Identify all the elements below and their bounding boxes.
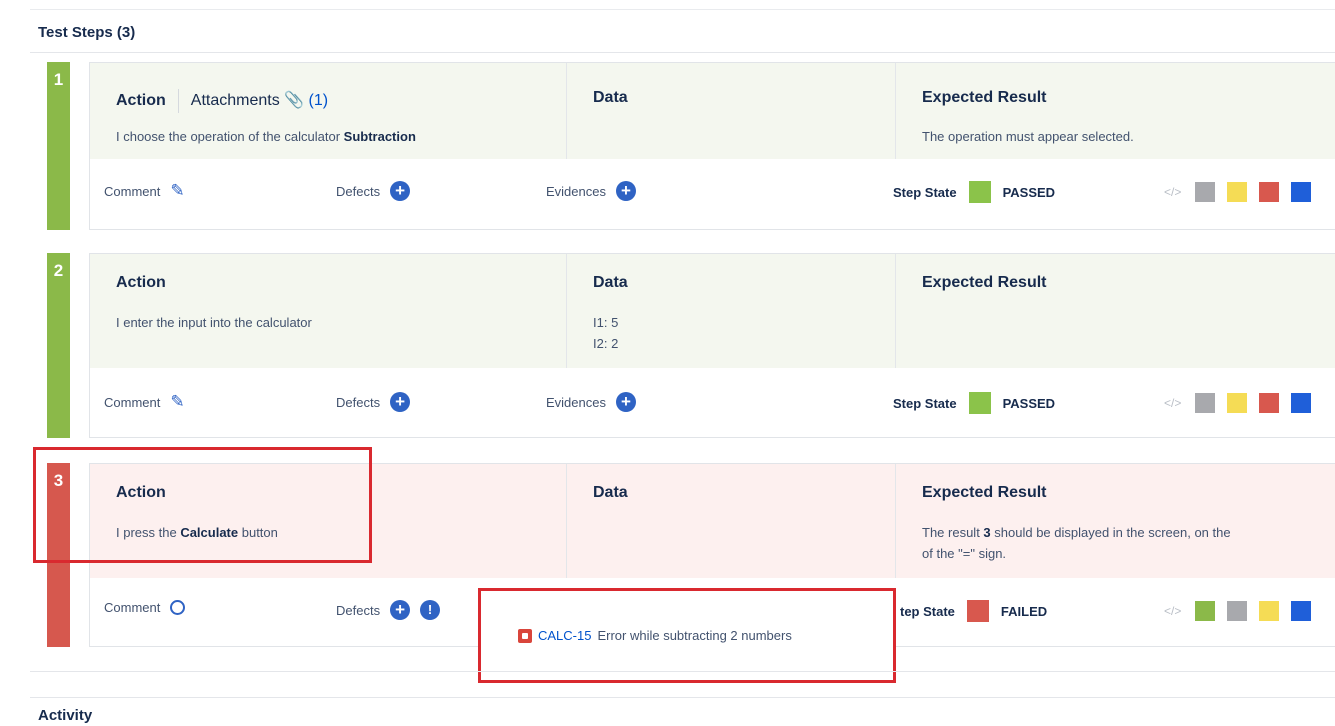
step-state: tep State FAILED: [900, 600, 1047, 622]
action-label: Action: [116, 274, 166, 291]
state-color-square: [968, 181, 991, 203]
step-footer-2: Comment ✎ Defects + Evidences + Step State …: [90, 368, 1335, 437]
status-swatch-aborted[interactable]: [1291, 601, 1312, 621]
defect-popup: CALC-15 Error while subtracting 2 number…: [478, 588, 896, 683]
expected-column: Expected Result The operation must appea…: [896, 63, 1335, 161]
comment-bubble-icon[interactable]: [170, 600, 186, 615]
attachments-link[interactable]: Attachments 📎 (1): [191, 92, 328, 109]
step-main-1: Action Attachments 📎 (1) I choose the ope…: [90, 63, 1335, 162]
test-step-1: 1 Action Attachments 📎 (1) I choose the o…: [47, 62, 1335, 230]
comment-control[interactable]: Comment ✎: [104, 181, 185, 201]
paperclip-icon: 📎: [284, 92, 305, 110]
data-column: Data: [567, 464, 896, 580]
test-steps-title: Test Steps (3): [38, 24, 136, 41]
header-divider: [30, 52, 1335, 53]
data-label: Data: [593, 274, 628, 291]
action-text: I enter the input into the calculator: [116, 315, 312, 330]
evidences-control: Evidences +: [546, 181, 636, 201]
comment-control[interactable]: Comment: [104, 600, 186, 615]
action-column: Action Attachments 📎 (1) I choose the ope…: [90, 63, 567, 161]
expected-text-line-2: of the "=" sign.: [922, 546, 1007, 561]
status-swatch-aborted[interactable]: [1291, 182, 1312, 202]
step-panel-2: Action I enter the input into the calcul…: [89, 253, 1335, 438]
add-evidence-button[interactable]: +: [615, 392, 636, 412]
data-line-1: I1: 5: [593, 315, 619, 330]
add-defect-button[interactable]: +: [390, 181, 411, 201]
action-highlight-box: [33, 447, 372, 563]
defect-info-icon[interactable]: !: [420, 600, 441, 620]
step-main-2: Action I enter the input into the calcul…: [90, 254, 1335, 371]
expected-label: Expected Result: [922, 274, 1047, 291]
defect-item[interactable]: CALC-15 Error while subtracting 2 number…: [518, 628, 792, 643]
add-defect-button[interactable]: +: [390, 392, 411, 412]
action-label: Action: [116, 92, 166, 110]
steps-bottom-divider: [30, 671, 1335, 672]
activity-title: Activity: [38, 707, 93, 724]
state-value: FAILED: [1000, 603, 1048, 619]
defects-control: Defects +!: [336, 600, 441, 620]
state-value: PASSED: [1002, 184, 1056, 200]
status-swatch-failed[interactable]: [1259, 182, 1280, 202]
status-swatch-passed[interactable]: [1195, 601, 1216, 621]
comment-control[interactable]: Comment ✎: [104, 392, 185, 412]
step-panel-1: Action Attachments 📎 (1) I choose the ope…: [89, 62, 1335, 230]
action-column: Action I enter the input into the calcul…: [90, 254, 567, 370]
defect-key-link[interactable]: CALC-15: [538, 628, 591, 643]
code-icon: </>: [1164, 604, 1182, 618]
expected-text: The operation must appear selected.: [922, 129, 1134, 144]
state-value: PASSED: [1002, 395, 1056, 411]
step-state: Step State PASSED: [893, 392, 1055, 414]
state-color-square: [966, 600, 989, 622]
top-divider: [30, 9, 1335, 10]
add-defect-button[interactable]: +: [390, 600, 411, 620]
evidences-control: Evidences +: [546, 392, 636, 412]
step-footer-1: Comment ✎ Defects + Evidences + Step State …: [90, 159, 1335, 229]
status-swatches: </>: [1164, 182, 1312, 202]
status-swatch-failed[interactable]: [1259, 393, 1280, 413]
data-label: Data: [593, 89, 628, 106]
pencil-icon[interactable]: ✎: [170, 392, 184, 412]
expected-label: Expected Result: [922, 484, 1047, 501]
status-swatch-executing[interactable]: [1259, 601, 1280, 621]
expected-label: Expected Result: [922, 89, 1047, 106]
data-label: Data: [593, 484, 628, 501]
step-number-2: 2: [47, 253, 70, 438]
status-swatch-todo[interactable]: [1227, 601, 1248, 621]
defects-control: Defects +: [336, 181, 411, 201]
status-swatch-aborted[interactable]: [1291, 393, 1312, 413]
bug-icon: [518, 628, 532, 643]
status-swatches: </>: [1164, 393, 1312, 413]
action-text: I choose the operation of the calculator…: [116, 129, 416, 144]
status-swatch-executing[interactable]: [1227, 182, 1248, 202]
data-line-2: I2: 2: [593, 336, 619, 351]
code-icon: </>: [1164, 185, 1182, 199]
expected-column: Expected Result The result 3 should be d…: [896, 464, 1335, 580]
expected-column: Expected Result: [896, 254, 1335, 370]
state-color-square: [968, 392, 991, 414]
data-column: Data: [567, 63, 896, 161]
code-icon: </>: [1164, 396, 1182, 410]
data-column: Data I1: 5 I2: 2: [567, 254, 896, 370]
test-step-2: 2 Action I enter the input into the calc…: [47, 253, 1335, 438]
status-swatch-todo[interactable]: [1195, 182, 1216, 202]
activity-divider: [30, 697, 1335, 698]
pencil-icon[interactable]: ✎: [170, 181, 184, 201]
status-swatch-executing[interactable]: [1227, 393, 1248, 413]
status-swatches: </>: [1164, 601, 1312, 621]
add-evidence-button[interactable]: +: [615, 181, 636, 201]
status-swatch-todo[interactable]: [1195, 393, 1216, 413]
expected-text: The result 3 should be displayed in the …: [922, 525, 1231, 540]
defect-summary: Error while subtracting 2 numbers: [597, 628, 792, 643]
defects-control: Defects +: [336, 392, 411, 412]
step-state: Step State PASSED: [893, 181, 1055, 203]
step-number-1: 1: [47, 62, 70, 230]
